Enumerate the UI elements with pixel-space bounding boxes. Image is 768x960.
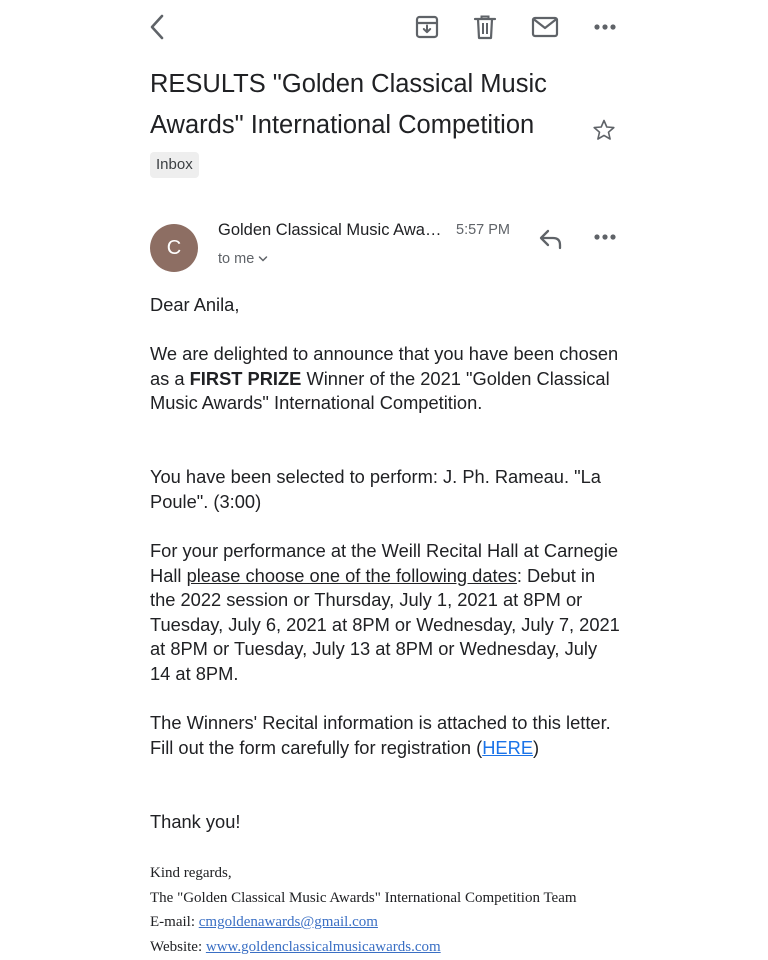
performance-text: You have been selected to perform: J. Ph… [150,466,601,512]
trash-icon [473,15,497,40]
archive-icon [415,15,439,39]
mail-icon [531,16,559,38]
delete-button[interactable] [468,10,502,44]
signature-regards: Kind regards, [150,865,232,881]
reply-icon [539,229,562,250]
more-horizontal-icon [594,24,616,30]
recipient-label: to me [218,251,255,267]
email-body: Dear Anila, [150,293,620,318]
back-arrow-icon [150,14,164,40]
signature-email-label: E-mail: [150,914,199,930]
star-icon [593,119,615,140]
sender-name: Golden Classical Music Awards [218,221,444,239]
announcement-paragraph: We are delighted to announce that you ha… [150,342,620,416]
more-options-button[interactable] [588,10,622,44]
mark-unread-button[interactable] [527,10,563,44]
signature-website-label: Website: [150,938,206,955]
email-time: 5:57 PM [456,222,510,238]
signature-website-link[interactable]: www.goldenclassicalmusicawards.com [206,939,441,955]
prize-text: FIRST PRIZE [189,367,302,389]
back-button[interactable] [140,10,174,44]
signature-email-link[interactable]: cmgoldenawards@gmail.com [199,914,378,930]
more-horizontal-icon [594,234,616,240]
recital-info: The Winners' Recital information is atta… [150,712,611,733]
performance-paragraph: You have been selected to perform: J. Ph… [150,465,620,514]
inbox-label[interactable]: Inbox [150,152,199,178]
thanks-text: Thank you! [150,811,241,832]
reply-button[interactable] [534,222,568,256]
registration-link[interactable]: HERE [482,737,533,758]
thanks-paragraph: Thank you! [150,810,620,835]
recipient-toggle[interactable]: to me [218,251,268,267]
greeting: Dear Anila, [150,294,240,315]
signature: Kind regards, The "Golden Classical Musi… [150,861,630,959]
message-more-button[interactable] [588,222,622,252]
star-button[interactable] [590,116,618,144]
registration-text-end: ) [533,736,540,758]
email-subject: RESULTS "Golden Classical Music Awards" … [150,70,547,139]
recital-paragraph: The Winners' Recital information is atta… [150,711,620,760]
chevron-down-icon [259,256,268,262]
registration-text: Fill out the form carefully for registra… [150,736,483,758]
dates-underlined: please choose one of the following dates [186,564,517,586]
sender-avatar[interactable]: C [150,224,198,272]
dates-paragraph: For your performance at the Weill Recita… [150,539,620,687]
signature-team: The "Golden Classical Music Awards" Inte… [150,889,577,906]
archive-button[interactable] [410,10,444,44]
